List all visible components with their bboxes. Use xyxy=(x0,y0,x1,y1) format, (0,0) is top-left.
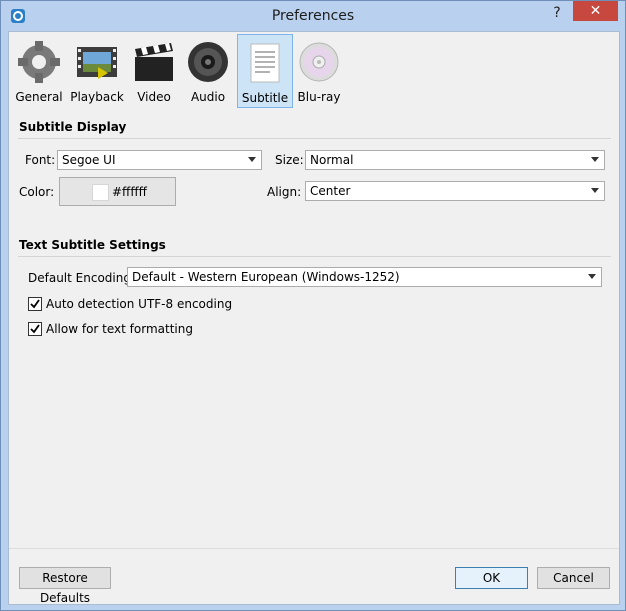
font-select[interactable]: Segoe UI xyxy=(57,150,262,170)
dialog-content: General Playback Video Audio Subtitle Bl… xyxy=(8,31,620,605)
tab-subtitle[interactable]: Subtitle xyxy=(237,34,293,108)
title-bar[interactable]: Preferences ? ✕ xyxy=(1,1,625,31)
footer-divider xyxy=(9,548,619,549)
auto-detect-label[interactable]: Auto detection UTF-8 encoding xyxy=(46,297,232,311)
align-label: Align: xyxy=(267,185,302,199)
align-select[interactable]: Center xyxy=(305,181,605,201)
tab-playback-label: Playback xyxy=(70,90,124,104)
section-divider xyxy=(18,256,611,257)
cancel-button[interactable]: Cancel xyxy=(537,567,610,589)
chevron-down-icon xyxy=(248,157,256,162)
close-button[interactable]: ✕ xyxy=(573,1,618,21)
tab-audio-label: Audio xyxy=(190,90,226,104)
size-select-value: Normal xyxy=(310,153,354,167)
film-strip-icon xyxy=(77,47,117,79)
tab-bluray[interactable]: Blu-ray xyxy=(295,34,343,106)
text-subtitle-heading: Text Subtitle Settings xyxy=(19,238,166,252)
formatting-label[interactable]: Allow for text formatting xyxy=(46,322,193,336)
preferences-window: Preferences ? ✕ General Playback Video A… xyxy=(0,0,626,611)
window-title: Preferences xyxy=(271,8,355,24)
speaker-icon xyxy=(188,42,228,82)
color-picker-button[interactable]: #ffffff xyxy=(59,177,176,206)
subtitle-display-heading: Subtitle Display xyxy=(19,120,127,134)
checkmark-icon xyxy=(30,299,40,309)
color-label: Color: xyxy=(19,185,55,199)
font-label: Font: xyxy=(25,153,56,167)
auto-detect-checkbox[interactable] xyxy=(28,297,42,311)
chevron-down-icon xyxy=(588,274,596,279)
color-value: #ffffff xyxy=(112,185,147,199)
clapperboard-icon xyxy=(135,43,173,81)
encoding-select-value: Default - Western European (Windows-1252… xyxy=(132,270,400,284)
tab-video-label: Video xyxy=(137,90,171,104)
encoding-label: Default Encoding: xyxy=(28,271,136,285)
ok-button[interactable]: OK xyxy=(455,567,528,589)
tab-audio[interactable]: Audio xyxy=(183,34,233,106)
gear-icon xyxy=(18,41,60,83)
formatting-checkbox[interactable] xyxy=(28,322,42,336)
encoding-select[interactable]: Default - Western European (Windows-1252… xyxy=(127,267,602,287)
align-select-value: Center xyxy=(310,184,351,198)
size-label: Size: xyxy=(275,153,304,167)
disc-icon xyxy=(299,42,339,82)
help-button[interactable]: ? xyxy=(546,3,568,23)
color-swatch xyxy=(92,184,109,201)
size-select[interactable]: Normal xyxy=(305,150,605,170)
tab-video[interactable]: Video xyxy=(129,34,179,106)
font-select-value: Segoe UI xyxy=(62,153,116,167)
category-toolbar: General Playback Video Audio Subtitle Bl… xyxy=(9,32,619,110)
tab-playback[interactable]: Playback xyxy=(69,34,125,106)
checkmark-icon xyxy=(30,324,40,334)
restore-defaults-button[interactable]: Restore Defaults xyxy=(19,567,111,605)
document-icon xyxy=(250,43,280,83)
section-divider xyxy=(18,138,611,139)
tab-subtitle-label: Subtitle xyxy=(241,91,289,105)
tab-general[interactable]: General xyxy=(13,34,65,106)
tab-bluray-label: Blu-ray xyxy=(297,90,341,104)
chevron-down-icon xyxy=(591,157,599,162)
tab-general-label: General xyxy=(15,90,63,104)
chevron-down-icon xyxy=(591,188,599,193)
